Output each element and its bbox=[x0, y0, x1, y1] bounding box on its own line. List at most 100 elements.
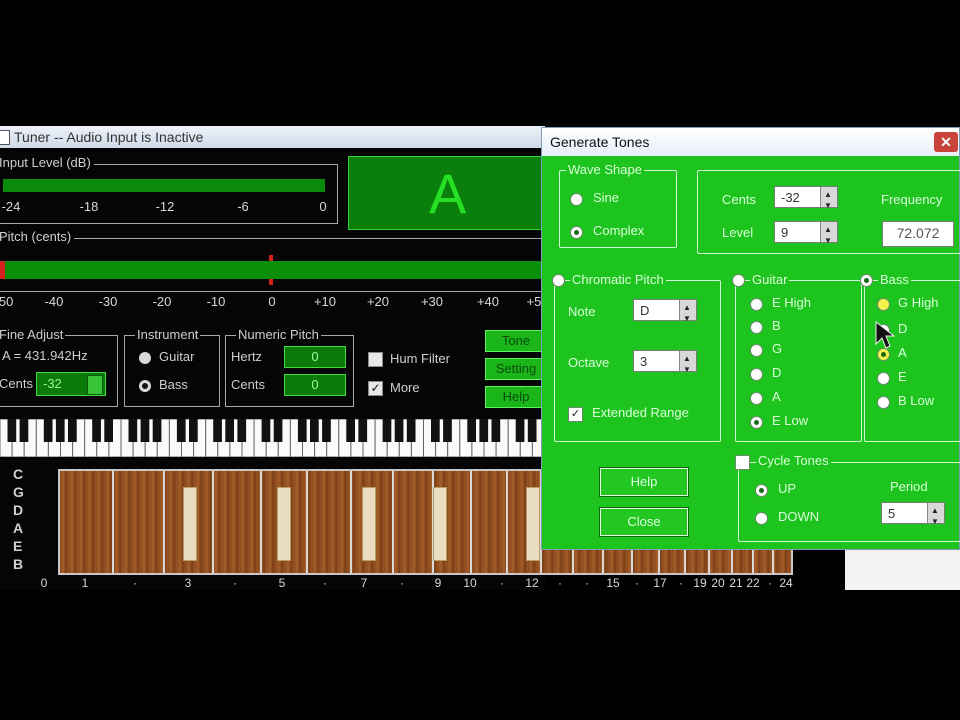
pitch-group: Pitch (cents) bbox=[0, 229, 550, 292]
piano-keyboard[interactable] bbox=[0, 418, 561, 458]
bass-string-radio[interactable] bbox=[877, 396, 890, 409]
cycle-tones-checkbox[interactable] bbox=[735, 455, 750, 470]
piano-black-key[interactable] bbox=[431, 419, 440, 442]
period-value: 5 bbox=[888, 506, 896, 521]
numeric-cents-value: 0 bbox=[311, 377, 319, 392]
piano-black-key[interactable] bbox=[310, 419, 319, 442]
fret-line bbox=[506, 471, 508, 573]
piano-black-key[interactable] bbox=[322, 419, 331, 442]
guitar-string-radio[interactable] bbox=[750, 344, 763, 357]
octave-spinner[interactable]: 3 bbox=[633, 348, 697, 381]
spinner-arrows-icon[interactable] bbox=[87, 375, 103, 395]
fret-number: · bbox=[558, 576, 562, 590]
guitar-string-radio[interactable] bbox=[750, 416, 763, 429]
gt-help-button[interactable]: Help bbox=[599, 467, 689, 497]
piano-black-key[interactable] bbox=[152, 419, 162, 442]
piano-black-key[interactable] bbox=[406, 419, 416, 442]
piano-black-key[interactable] bbox=[346, 419, 356, 442]
period-spinner[interactable]: 5 bbox=[881, 500, 945, 533]
extended-range-checkbox[interactable]: ✓ bbox=[568, 407, 583, 422]
guitar-label: Guitar bbox=[750, 272, 790, 287]
piano-black-key[interactable] bbox=[467, 419, 477, 442]
piano-black-key[interactable] bbox=[189, 419, 198, 442]
instrument-radio-guitar[interactable] bbox=[139, 352, 151, 364]
piano-black-key[interactable] bbox=[515, 419, 525, 442]
piano-black-key[interactable] bbox=[358, 419, 368, 442]
bass-string-radio[interactable] bbox=[877, 372, 890, 385]
fret-line bbox=[212, 471, 214, 573]
fret-number: 15 bbox=[606, 576, 620, 590]
fine-adjust-cents-value: -32 bbox=[43, 376, 62, 391]
spinner-arrows-icon[interactable] bbox=[820, 184, 837, 217]
guitar-string-radio[interactable] bbox=[750, 321, 763, 334]
spinner-arrows-icon[interactable] bbox=[927, 500, 944, 533]
piano-black-key[interactable] bbox=[55, 419, 65, 442]
direction-down-radio[interactable] bbox=[755, 512, 768, 525]
direction-up-radio[interactable] bbox=[755, 484, 768, 497]
spinner-arrows-icon[interactable] bbox=[679, 348, 696, 381]
chromatic-pitch-radio[interactable] bbox=[552, 274, 565, 287]
piano-black-key[interactable] bbox=[213, 419, 222, 442]
pitch-tick: +5 bbox=[526, 294, 542, 309]
piano-black-key[interactable] bbox=[261, 419, 271, 442]
piano-black-key[interactable] bbox=[443, 419, 452, 442]
piano-black-key[interactable] bbox=[297, 419, 307, 442]
setting-button[interactable]: Setting bbox=[485, 358, 547, 380]
piano-black-key[interactable] bbox=[237, 419, 247, 442]
fine-adjust-cents-spinner[interactable]: -32 bbox=[36, 372, 106, 396]
piano-black-key[interactable] bbox=[273, 419, 283, 442]
guitar-string-radio[interactable] bbox=[750, 368, 763, 381]
gt-level-spinner[interactable]: 9 bbox=[774, 219, 838, 252]
piano-black-key[interactable] bbox=[479, 419, 489, 442]
guitar-string-radio[interactable] bbox=[750, 392, 763, 405]
piano-keys[interactable] bbox=[0, 418, 561, 458]
hertz-field[interactable]: 0 bbox=[284, 346, 346, 368]
tuner-titlebar[interactable]: Tuner -- Audio Input is Inactive bbox=[0, 126, 545, 148]
hum-filter-checkbox[interactable] bbox=[368, 352, 383, 367]
tone-button[interactable]: Tone bbox=[485, 330, 547, 352]
piano-black-key[interactable] bbox=[394, 419, 404, 442]
piano-black-key[interactable] bbox=[68, 419, 77, 442]
fret-number: · bbox=[233, 576, 237, 590]
generate-tones-titlebar[interactable]: Generate Tones bbox=[542, 128, 959, 156]
pitch-tick: -50 bbox=[0, 294, 14, 309]
piano-black-key[interactable] bbox=[491, 419, 501, 442]
piano-black-key[interactable] bbox=[527, 419, 537, 442]
more-checkbox[interactable]: ✓ bbox=[368, 381, 383, 396]
instrument-radio-bass[interactable] bbox=[139, 380, 151, 392]
fret-number: 19 bbox=[693, 576, 707, 590]
wave-sine-radio[interactable] bbox=[570, 193, 583, 206]
piano-black-key[interactable] bbox=[92, 419, 101, 442]
input-level-meter bbox=[3, 179, 325, 192]
direction-down-label: DOWN bbox=[778, 509, 820, 524]
gt-close-button[interactable]: Close bbox=[599, 507, 689, 537]
spinner-arrows-icon[interactable] bbox=[679, 297, 696, 330]
piano-black-key[interactable] bbox=[7, 419, 17, 442]
spinner-arrows-icon[interactable] bbox=[820, 219, 837, 252]
bass-string-radio[interactable] bbox=[877, 298, 890, 311]
fret-number: 20 bbox=[711, 576, 725, 590]
note-label: Note bbox=[568, 304, 596, 319]
piano-black-key[interactable] bbox=[128, 419, 138, 442]
close-icon[interactable]: ✕ bbox=[934, 132, 958, 152]
piano-black-key[interactable] bbox=[19, 419, 29, 442]
piano-black-key[interactable] bbox=[140, 419, 150, 442]
fret-number: 3 bbox=[184, 576, 192, 590]
fret-number: · bbox=[400, 576, 404, 590]
piano-black-key[interactable] bbox=[225, 419, 235, 442]
help-button[interactable]: Help bbox=[485, 386, 547, 408]
guitar-radio[interactable] bbox=[732, 274, 745, 287]
piano-black-key[interactable] bbox=[176, 419, 186, 442]
gt-cents-spinner[interactable]: -32 bbox=[774, 184, 838, 217]
wave-complex-radio[interactable] bbox=[570, 226, 583, 239]
numeric-cents-field[interactable]: 0 bbox=[284, 374, 346, 396]
bass-radio[interactable] bbox=[860, 274, 873, 287]
piano-black-key[interactable] bbox=[43, 419, 53, 442]
piano-black-key[interactable] bbox=[104, 419, 114, 442]
fret-number: 1 bbox=[81, 576, 89, 590]
piano-black-key[interactable] bbox=[382, 419, 392, 442]
note-dropdown[interactable]: D bbox=[633, 297, 697, 330]
guitar-string-radio[interactable] bbox=[750, 298, 763, 311]
guitar-string-label: E High bbox=[772, 295, 812, 310]
guitar-string-label: B bbox=[772, 318, 781, 333]
